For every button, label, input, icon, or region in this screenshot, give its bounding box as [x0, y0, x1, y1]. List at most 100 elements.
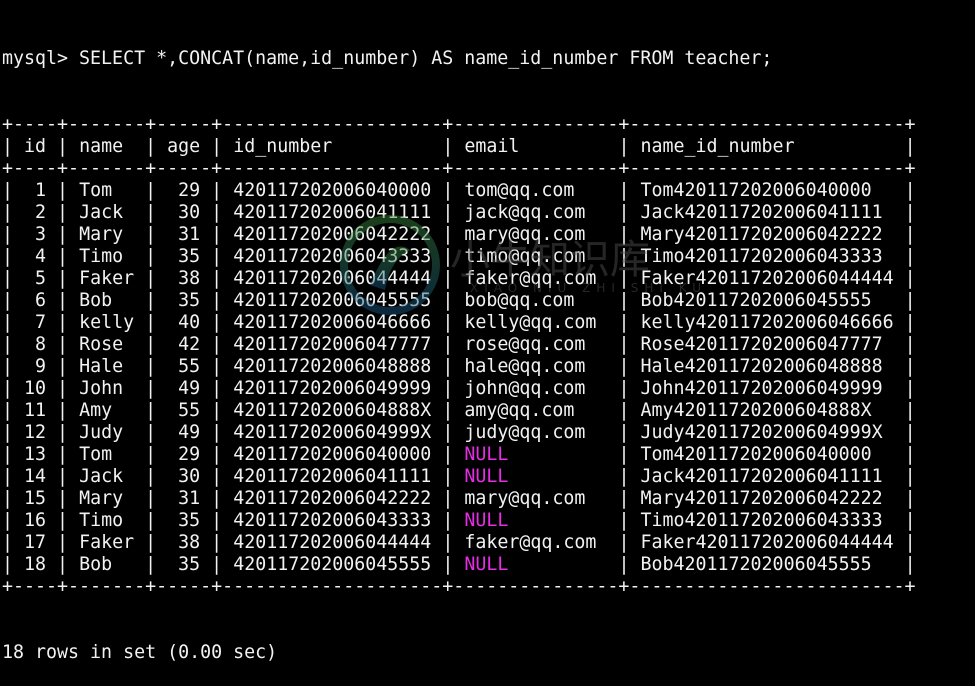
cell-name-id-number: Faker420117202006044444	[640, 532, 894, 553]
column-header-id-number: id_number	[233, 136, 432, 157]
cell-id-number: 420117202006047777	[233, 334, 432, 355]
cell-email: mary@qq.com	[464, 488, 608, 509]
cell-age: 35	[167, 290, 201, 311]
cell-name: Jack	[79, 202, 135, 223]
table-row: | 13 | Tom | 29 | 420117202006040000 | N…	[2, 444, 916, 465]
cell-id: 13	[24, 444, 47, 465]
cell-email: jack@qq.com	[464, 202, 608, 223]
cell-email: NULL	[464, 510, 608, 531]
cell-email: faker@qq.com	[464, 532, 608, 553]
table-border: +----+-------+-----+--------------------…	[2, 158, 916, 179]
cell-name-id-number: Jack420117202006041111	[640, 466, 894, 487]
table-border: +----+-------+-----+--------------------…	[2, 114, 916, 135]
cell-email: kelly@qq.com	[464, 312, 608, 333]
cell-name: Timo	[79, 246, 135, 267]
cell-email: NULL	[464, 554, 608, 575]
cell-name-id-number: Mary420117202006042222	[640, 488, 894, 509]
cell-name-id-number: Rose420117202006047777	[640, 334, 894, 355]
cell-id: 16	[24, 510, 47, 531]
cell-age: 38	[167, 268, 201, 289]
result-summary: 18 rows in set (0.00 sec)	[2, 642, 278, 663]
cell-id-number: 420117202006043333	[233, 246, 432, 267]
cell-age: 42	[167, 334, 201, 355]
cell-age: 55	[167, 400, 201, 421]
table-row: | 10 | John | 49 | 420117202006049999 | …	[2, 378, 916, 399]
cell-id: 10	[24, 378, 47, 399]
cell-name-id-number: Bob420117202006045555	[640, 290, 894, 311]
table-row: | 5 | Faker | 38 | 420117202006044444 | …	[2, 268, 916, 289]
cell-email: NULL	[464, 466, 608, 487]
cell-id-number: 420117202006043333	[233, 510, 432, 531]
cell-age: 35	[167, 246, 201, 267]
cell-name-id-number: Tom420117202006040000	[640, 180, 894, 201]
table-row: | 15 | Mary | 31 | 420117202006042222 | …	[2, 488, 916, 509]
cell-name: Faker	[79, 268, 135, 289]
table-row: | 16 | Timo | 35 | 420117202006043333 | …	[2, 510, 916, 531]
command-line: mysql> SELECT *,CONCAT(name,id_number) A…	[2, 48, 773, 69]
cell-name-id-number: Mary420117202006042222	[640, 224, 894, 245]
cell-name-id-number: Judy42011720200604999X	[640, 422, 894, 443]
cell-name: Jack	[79, 466, 135, 487]
cell-age: 49	[167, 378, 201, 399]
cell-name-id-number: Jack420117202006041111	[640, 202, 894, 223]
cell-id: 9	[24, 356, 47, 377]
table-row: | 18 | Bob | 35 | 420117202006045555 | N…	[2, 554, 916, 575]
table-row: | 12 | Judy | 49 | 42011720200604999X | …	[2, 422, 916, 443]
table-row: | 17 | Faker | 38 | 420117202006044444 |…	[2, 532, 916, 553]
cell-id: 2	[24, 202, 47, 223]
cell-email: bob@qq.com	[464, 290, 608, 311]
cell-id: 7	[24, 312, 47, 333]
cell-email: faker@qq.com	[464, 268, 608, 289]
cell-id-number: 42011720200604888X	[233, 400, 432, 421]
cell-id: 14	[24, 466, 47, 487]
cell-name-id-number: Amy42011720200604888X	[640, 400, 894, 421]
table-row: | 4 | Timo | 35 | 420117202006043333 | t…	[2, 246, 916, 267]
cell-name: Mary	[79, 488, 135, 509]
cell-name-id-number: Faker420117202006044444	[640, 268, 894, 289]
cell-age: 35	[167, 554, 201, 575]
cell-name-id-number: John420117202006049999	[640, 378, 894, 399]
column-header-id: id	[24, 136, 47, 157]
column-header-email: email	[464, 136, 608, 157]
table-row: | 9 | Hale | 55 | 420117202006048888 | h…	[2, 356, 916, 377]
cell-name: Hale	[79, 356, 135, 377]
cell-name: Tom	[79, 180, 135, 201]
table-border: +----+-------+-----+--------------------…	[2, 576, 916, 597]
cell-id-number: 42011720200604999X	[233, 422, 432, 443]
cell-name: Mary	[79, 224, 135, 245]
cell-id-number: 420117202006045555	[233, 554, 432, 575]
cell-name: kelly	[79, 312, 135, 333]
table-row: | 11 | Amy | 55 | 42011720200604888X | a…	[2, 400, 916, 421]
cell-name: Bob	[79, 290, 135, 311]
cell-email: judy@qq.com	[464, 422, 608, 443]
cell-age: 29	[167, 180, 201, 201]
cell-id-number: 420117202006049999	[233, 378, 432, 399]
column-header-name: name	[79, 136, 135, 157]
cell-name-id-number: Timo420117202006043333	[640, 510, 894, 531]
cell-age: 29	[167, 444, 201, 465]
cell-name: Rose	[79, 334, 135, 355]
cell-email: tom@qq.com	[464, 180, 608, 201]
table-row: | 7 | kelly | 40 | 420117202006046666 | …	[2, 312, 916, 333]
cell-age: 30	[167, 466, 201, 487]
cell-id: 1	[24, 180, 47, 201]
table-row: | 1 | Tom | 29 | 420117202006040000 | to…	[2, 180, 916, 201]
cell-id: 3	[24, 224, 47, 245]
cell-id: 17	[24, 532, 47, 553]
cell-email: amy@qq.com	[464, 400, 608, 421]
cell-name: Judy	[79, 422, 135, 443]
cell-id-number: 420117202006041111	[233, 202, 432, 223]
terminal[interactable]: mysql> SELECT *,CONCAT(name,id_number) A…	[2, 4, 916, 686]
table-row: | 2 | Jack | 30 | 420117202006041111 | j…	[2, 202, 916, 223]
cell-name: John	[79, 378, 135, 399]
cell-id-number: 420117202006046666	[233, 312, 432, 333]
cell-id-number: 420117202006044444	[233, 268, 432, 289]
cell-id: 4	[24, 246, 47, 267]
cell-age: 40	[167, 312, 201, 333]
table-row: | 6 | Bob | 35 | 420117202006045555 | bo…	[2, 290, 916, 311]
cell-name-id-number: Timo420117202006043333	[640, 246, 894, 267]
cell-id-number: 420117202006045555	[233, 290, 432, 311]
cell-id-number: 420117202006041111	[233, 466, 432, 487]
cell-name: Bob	[79, 554, 135, 575]
cell-name-id-number: kelly420117202006046666	[640, 312, 894, 333]
